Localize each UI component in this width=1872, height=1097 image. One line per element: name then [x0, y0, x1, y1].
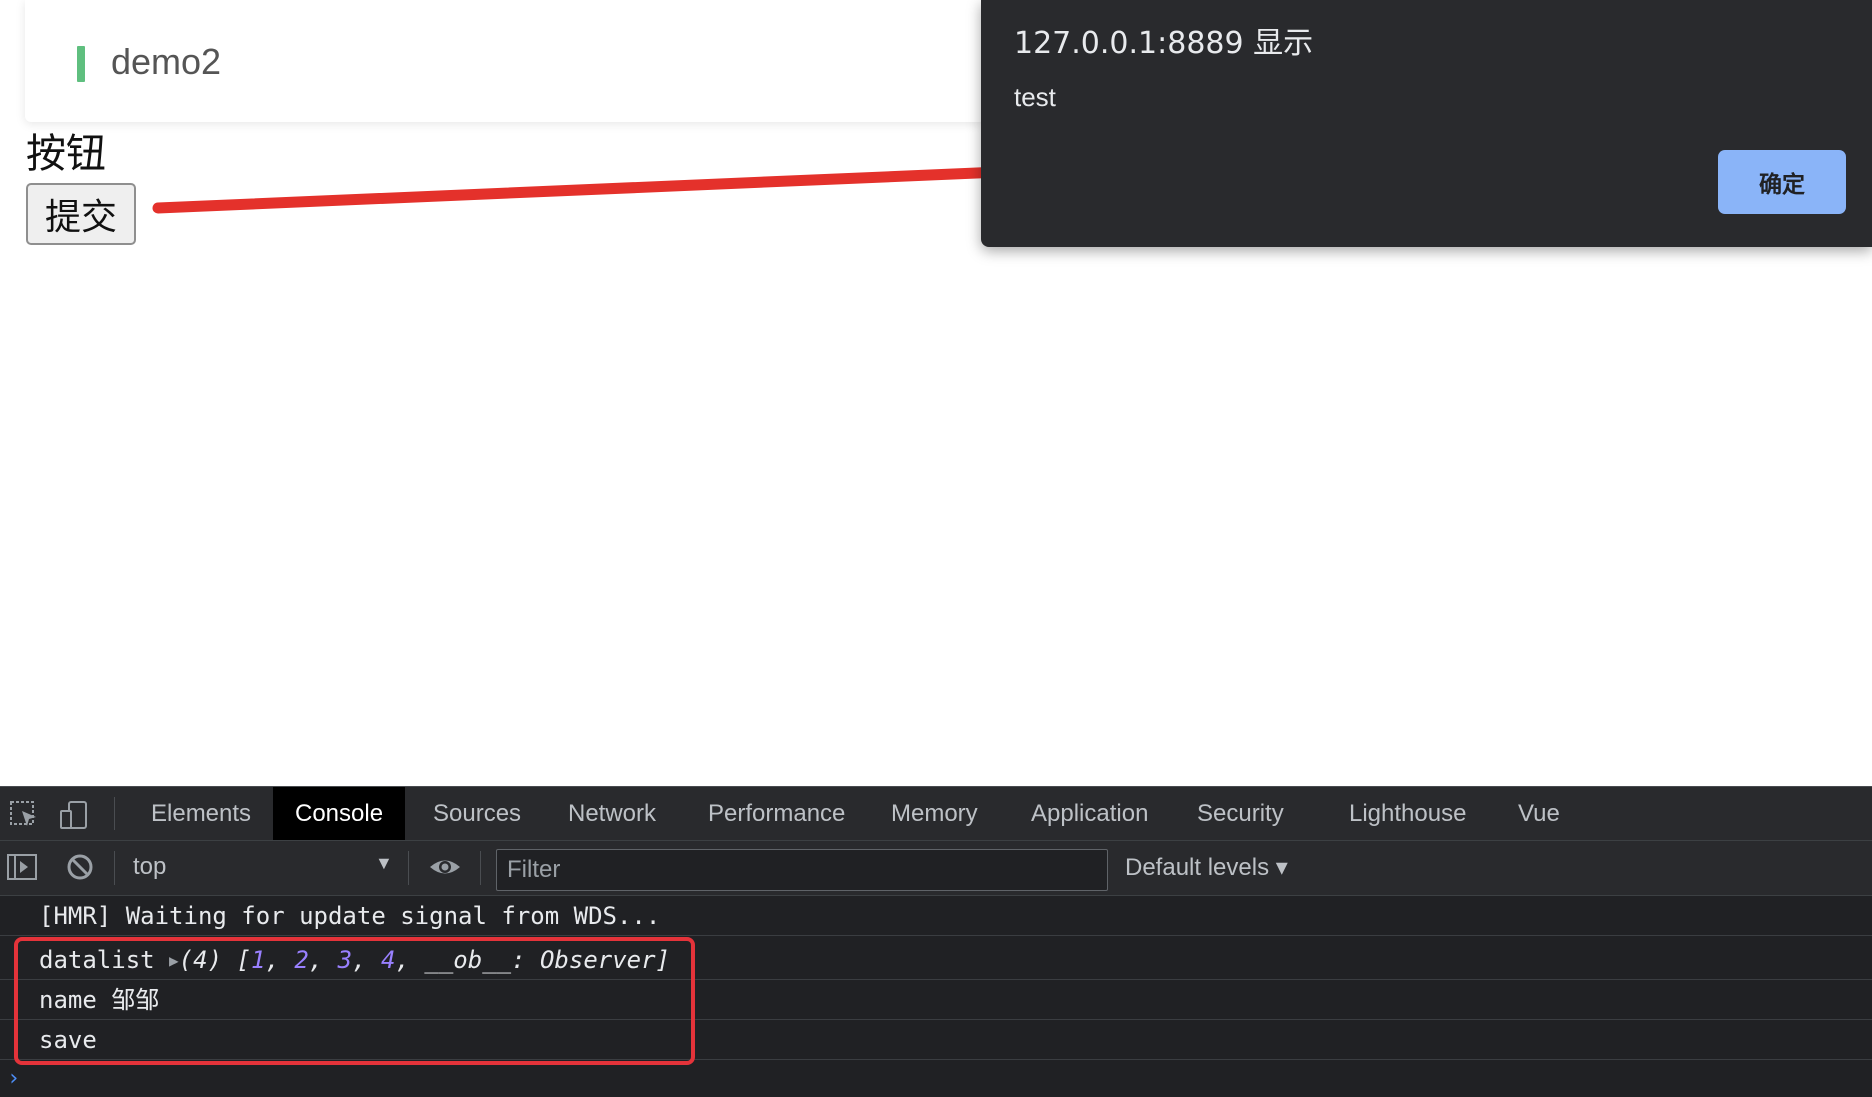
alert-message: test: [1014, 82, 1056, 112]
tab-application[interactable]: Application: [1009, 787, 1170, 840]
tab-lighthouse[interactable]: Lighthouse: [1327, 787, 1488, 840]
devtools-tabbar: Elements Console Sources Network Performance…: [0, 787, 1872, 841]
log-levels-dropdown[interactable]: Default levels ▾: [1125, 853, 1288, 882]
device-toolbar-icon[interactable]: [58, 799, 90, 836]
toolbar-divider: [408, 851, 409, 885]
alert-ok-button[interactable]: 确定: [1718, 150, 1846, 214]
tab-console[interactable]: Console: [273, 787, 406, 840]
tab-vue[interactable]: Vue: [1496, 787, 1582, 840]
console-prompt[interactable]: ›: [7, 1066, 20, 1091]
alert-title: 127.0.0.1:8889 显示: [1014, 26, 1314, 61]
tab-network[interactable]: Network: [546, 787, 678, 840]
tab-memory[interactable]: Memory: [869, 787, 1000, 840]
alert-dialog: 127.0.0.1:8889 显示 test 确定: [981, 0, 1872, 247]
console-filter-input[interactable]: [496, 849, 1108, 891]
annotation-highlight-box: [14, 937, 695, 1065]
toolbar-divider: [114, 851, 115, 885]
toolbar-divider: [480, 851, 481, 885]
tabbar-divider: [114, 797, 115, 830]
tab-sources[interactable]: Sources: [411, 787, 543, 840]
tab-performance[interactable]: Performance: [686, 787, 867, 840]
inspect-element-icon[interactable]: [8, 799, 40, 836]
tab-elements[interactable]: Elements: [129, 787, 273, 840]
show-sidebar-icon[interactable]: [6, 851, 38, 888]
context-caret-icon[interactable]: ▼: [375, 853, 393, 874]
context-selector[interactable]: top: [133, 853, 166, 881]
console-toolbar: top ▼ Default levels ▾: [0, 841, 1872, 896]
clear-console-icon[interactable]: [64, 851, 96, 888]
console-message: [HMR] Waiting for update signal from WDS…: [0, 896, 1872, 936]
tab-security[interactable]: Security: [1175, 787, 1306, 840]
live-expression-eye-icon[interactable]: [428, 851, 462, 888]
